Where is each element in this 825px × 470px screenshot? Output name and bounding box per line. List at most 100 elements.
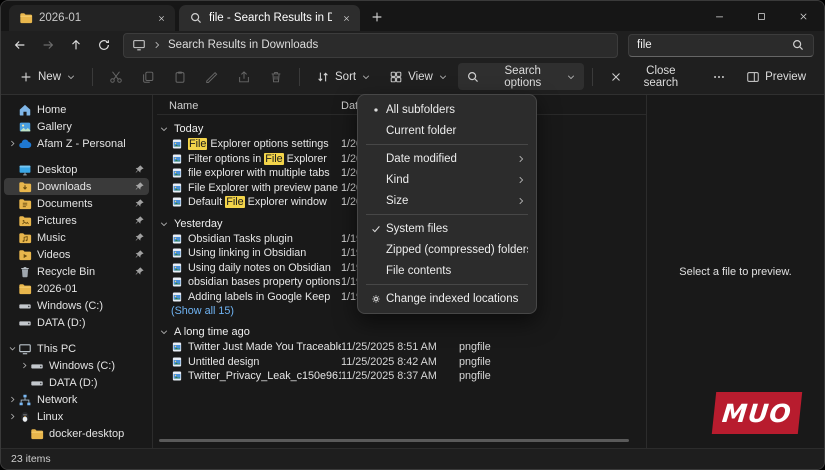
menu-item-all-subfolders[interactable]: All subfolders (362, 99, 532, 120)
new-tab-button[interactable] (364, 5, 390, 29)
arrow-right-icon (41, 38, 55, 52)
sidebar-item-label: Desktop (37, 163, 78, 176)
sidebar-item-gallery[interactable]: Gallery (4, 118, 149, 135)
chevron-right-icon[interactable] (6, 411, 18, 423)
close-search-label: Close search (643, 64, 679, 89)
music-icon (18, 231, 32, 245)
menu-lead-spacer (366, 173, 386, 187)
copy-button[interactable] (133, 63, 163, 90)
menu-item-size[interactable]: Size (362, 190, 532, 211)
sidebar-item-recycle-bin[interactable]: Recycle Bin (4, 263, 149, 280)
file-name-cell: File Explorer options settings (157, 138, 341, 151)
new-button[interactable]: New (11, 63, 84, 90)
sidebar-item-data-d[interactable]: DATA (D:) (4, 314, 149, 331)
pictures-icon (18, 214, 32, 228)
sidebar-item-afam-z-personal[interactable]: Afam Z - Personal (4, 135, 149, 152)
sidebar-item-label: Linux (37, 410, 64, 423)
menu-item-zipped-compressed-folders[interactable]: Zipped (compressed) folders (362, 239, 532, 260)
file-name-text: Twitter Just Made You Traceable — Even I… (188, 341, 341, 354)
toolbar-divider (299, 67, 301, 86)
toolbar-divider (591, 67, 593, 86)
forward-button[interactable] (35, 33, 61, 57)
more-options-button[interactable] (704, 63, 734, 90)
sidebar-item-this-pc[interactable]: This PC (4, 340, 149, 357)
tab-close-button[interactable] (338, 10, 354, 26)
file-type: pngfile (459, 355, 491, 368)
sidebar-item-linux[interactable]: Linux (4, 408, 149, 425)
sidebar-item-data-d[interactable]: DATA (D:) (4, 374, 149, 391)
file-name: Twitter Just Made You Traceable — Even I… (188, 341, 341, 353)
file-row[interactable]: Twitter_Privacy_Leak_c150e961-be7e-430..… (157, 369, 646, 384)
chevron-down-icon (361, 72, 371, 82)
close-search-button[interactable]: Close search (601, 63, 702, 90)
rename-button[interactable] (197, 63, 227, 90)
sidebar-item-windows-c[interactable]: Windows (C:) (4, 357, 149, 374)
up-button[interactable] (63, 33, 89, 57)
image-file-icon (171, 262, 183, 274)
preview-toggle-button[interactable]: Preview (738, 63, 814, 90)
refresh-button[interactable] (91, 33, 117, 57)
sidebar-item-music[interactable]: Music (4, 229, 149, 246)
chevron-right-icon[interactable] (6, 138, 18, 150)
menu-item-file-contents[interactable]: File contents (362, 260, 532, 281)
search-input[interactable]: file (628, 33, 814, 57)
sidebar-item-2026-01[interactable]: 2026-01 (4, 280, 149, 297)
file-name-text: File Explorer with preview pane (188, 181, 339, 194)
file-name-cell: File Explorer with preview pane (157, 182, 341, 194)
sort-button[interactable]: Sort (308, 63, 379, 90)
menu-item-current-folder[interactable]: Current folder (362, 120, 532, 141)
menu-item-change-indexed-locations[interactable]: Change indexed locations (362, 288, 532, 309)
tab-2026-01[interactable]: 2026-01 (9, 5, 175, 31)
file-name-text: Adding labels in Google Keep (188, 290, 331, 303)
back-button[interactable] (7, 33, 33, 57)
horizontal-scrollbar[interactable] (159, 439, 629, 442)
cut-button[interactable] (101, 63, 131, 90)
paste-button[interactable] (165, 63, 195, 90)
column-header-name[interactable]: Name (157, 100, 341, 112)
close-button[interactable] (782, 1, 824, 31)
tab-file-search-results-in-downl[interactable]: file - Search Results in Downl (179, 5, 360, 31)
sidebar-item-network[interactable]: Network (4, 391, 149, 408)
file-action-buttons (101, 63, 291, 90)
menu-item-kind[interactable]: Kind (362, 169, 532, 190)
sidebar-item-windows-c[interactable]: Windows (C:) (4, 297, 149, 314)
group-header-a-long-time-ago[interactable]: A long time ago (157, 324, 646, 340)
image-file-icon (171, 196, 183, 208)
chevron-right-icon[interactable] (18, 360, 30, 372)
sidebar-item-documents[interactable]: Documents (4, 195, 149, 212)
maximize-button[interactable] (740, 1, 782, 31)
menu-lead-spacer (366, 124, 386, 138)
menu-item-date-modified[interactable]: Date modified (362, 148, 532, 169)
delete-button[interactable] (261, 63, 291, 90)
sidebar-item-videos[interactable]: Videos (4, 246, 149, 263)
search-options-button[interactable]: Search options (457, 63, 584, 90)
file-name-cell: Adding labels in Google Keep (157, 291, 341, 303)
search-input-value: file (637, 39, 652, 51)
image-file-icon (171, 341, 183, 353)
address-bar[interactable]: Search Results in Downloads (123, 32, 618, 58)
sidebar-item-downloads[interactable]: Downloads (4, 178, 149, 195)
file-row[interactable]: Twitter Just Made You Traceable — Even I… (157, 340, 646, 355)
folder-icon (19, 11, 33, 25)
menu-lead-spacer (366, 264, 386, 278)
tab-close-button[interactable] (153, 10, 169, 26)
sidebar-item-label: docker-desktop (49, 427, 125, 440)
chevron-right-icon[interactable] (6, 394, 18, 406)
navigation-bar: Search Results in Downloads file (1, 31, 824, 59)
sidebar-item-home[interactable]: Home (4, 101, 149, 118)
minimize-button[interactable] (698, 1, 740, 31)
sidebar-item-docker-desktop[interactable]: docker-desktop (4, 425, 149, 442)
menu-item-label: Date modified (386, 152, 457, 165)
view-button[interactable]: View (381, 63, 456, 90)
file-date: 11/25/2025 8:37 AM (341, 370, 437, 383)
sidebar-item-pictures[interactable]: Pictures (4, 212, 149, 229)
chevron-down-icon[interactable] (6, 343, 18, 355)
menu-item-system-files[interactable]: System files (362, 218, 532, 239)
file-row[interactable]: Untitled design 11/25/2025 8:42 AM pngfile (157, 355, 646, 370)
chevron-down-icon (159, 124, 169, 134)
muo-logo-text: MUO (720, 398, 794, 428)
sidebar-item-desktop[interactable]: Desktop (4, 161, 149, 178)
share-button[interactable] (229, 63, 259, 90)
